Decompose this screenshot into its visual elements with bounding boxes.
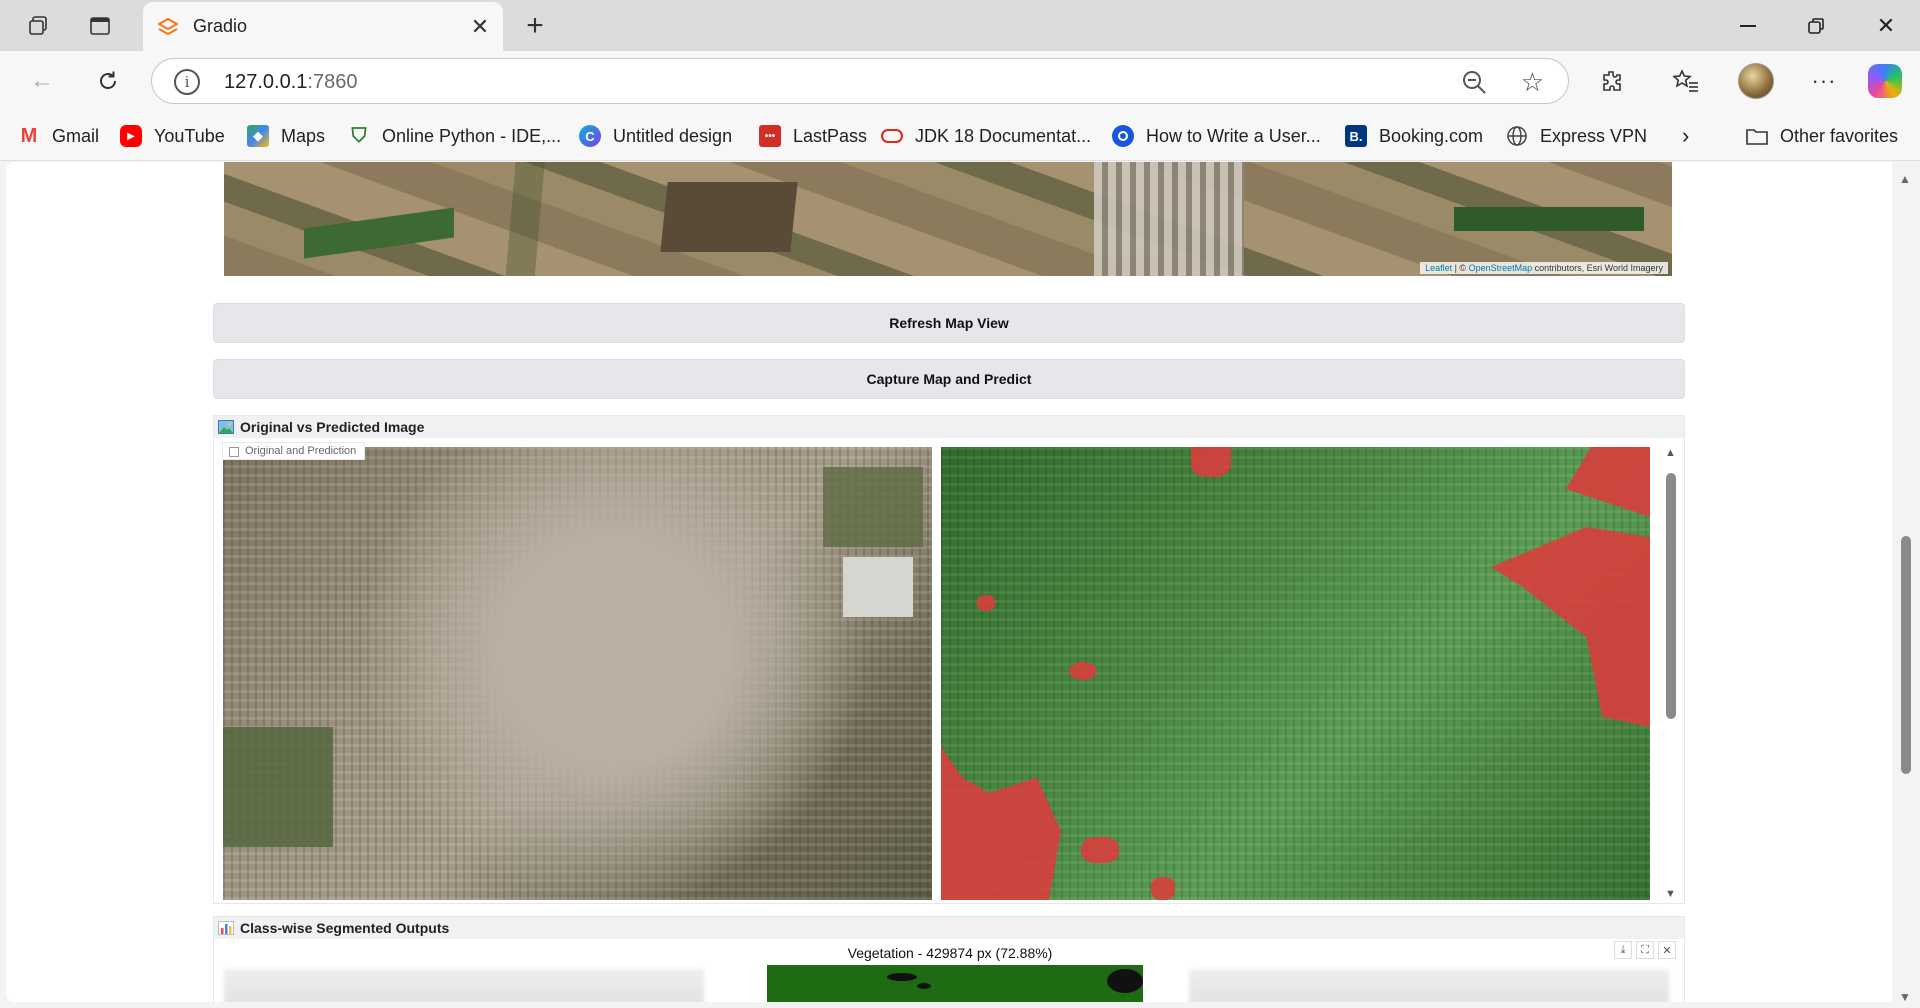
original-image	[223, 447, 932, 900]
extensions-icon[interactable]	[1592, 61, 1632, 101]
browser-toolbar: ← i 127.0.0.1:7860 ☆ ···	[0, 51, 1920, 111]
prediction-region	[941, 747, 1061, 900]
favorite-star-icon[interactable]: ☆	[1521, 67, 1544, 98]
reload-icon[interactable]	[88, 61, 128, 101]
bookmark-how-to-write[interactable]: How to Write a User...	[1112, 121, 1321, 151]
page-scroll-down-icon[interactable]: ▼	[1899, 990, 1911, 1004]
image-scroll-thumb[interactable]	[1666, 473, 1676, 719]
close-window-icon[interactable]: ✕	[1858, 6, 1914, 46]
bookmark-online-python[interactable]: ⛉ Online Python - IDE,...	[348, 121, 562, 151]
image-icon	[218, 420, 234, 434]
prediction-region	[977, 595, 995, 611]
favorites-icon[interactable]	[1666, 61, 1706, 101]
fullscreen-icon[interactable]: ⛶	[1636, 941, 1654, 959]
restore-icon[interactable]	[1788, 6, 1844, 46]
bookmark-maps[interactable]: ◆ Maps	[247, 121, 325, 151]
vertical-tabs-icon[interactable]	[80, 8, 120, 44]
bookmark-gmail[interactable]: M Gmail	[18, 121, 99, 151]
original-prediction-label: Original and Prediction	[222, 442, 366, 460]
close-tab-icon[interactable]: ✕	[463, 10, 497, 44]
other-favorites[interactable]: Other favorites	[1746, 121, 1898, 151]
osm-link[interactable]: OpenStreetMap	[1469, 263, 1533, 273]
scroll-down-icon[interactable]: ▼	[1665, 888, 1676, 900]
site-info-icon[interactable]: i	[174, 69, 200, 95]
prediction-region	[1191, 447, 1231, 477]
tab-title: Gradio	[193, 16, 248, 36]
download-icon[interactable]: ⤓	[1614, 941, 1632, 959]
classwise-block: Class-wise Segmented Outputs Vegetation …	[213, 916, 1685, 1002]
bookmarks-bar: M Gmail ▶ YouTube ◆ Maps ⛉ Online Python…	[0, 111, 1920, 161]
image-frame-icon	[229, 447, 239, 457]
page-viewport: Leaflet | © OpenStreetMap contributors, …	[6, 162, 1898, 1002]
globe-icon	[1506, 125, 1528, 147]
classwise-header: Class-wise Segmented Outputs	[214, 917, 1684, 939]
active-tab[interactable]: Gradio ✕	[143, 2, 503, 51]
page-scroll-thumb[interactable]	[1901, 536, 1911, 774]
lastpass-icon: •••	[759, 125, 781, 147]
canva-icon: C	[579, 125, 601, 147]
comparison-header: Original vs Predicted Image	[214, 416, 1684, 438]
back-icon[interactable]: ←	[22, 61, 62, 101]
prediction-region	[1069, 662, 1097, 680]
workspaces-icon[interactable]	[18, 8, 58, 44]
bookmark-lastpass[interactable]: ••• LastPass	[759, 121, 867, 151]
refresh-map-button[interactable]: Refresh Map View	[213, 303, 1685, 343]
plot-toolbar: ⤓ ⛶ ✕	[1614, 941, 1676, 959]
copilot-icon[interactable]	[1868, 64, 1902, 98]
page-scroll-up-icon[interactable]: ▲	[1899, 172, 1911, 186]
tab-strip: Gradio ✕ + ✕	[0, 0, 1920, 51]
bookmark-booking[interactable]: B. Booking.com	[1345, 121, 1483, 151]
zoom-out-icon[interactable]	[1460, 68, 1488, 96]
satellite-map[interactable]: Leaflet | © OpenStreetMap contributors, …	[224, 162, 1672, 276]
bookmarks-overflow-chevron-icon[interactable]: ›	[1682, 121, 1689, 151]
new-tab-icon[interactable]: +	[515, 8, 555, 44]
bookmark-untitled-design[interactable]: C Untitled design	[579, 121, 732, 151]
page-scrollbar[interactable]: ▲ ▼	[1892, 162, 1920, 1008]
prediction-region	[1151, 877, 1175, 900]
url-text: 127.0.0.1:7860	[224, 71, 358, 93]
close-icon[interactable]: ✕	[1658, 941, 1676, 959]
profile-avatar[interactable]	[1738, 63, 1774, 99]
prediction-region	[1081, 837, 1119, 863]
shield-icon: ⛉	[351, 124, 367, 147]
youtube-icon: ▶	[120, 125, 142, 147]
capture-predict-button[interactable]: Capture Map and Predict	[213, 359, 1685, 399]
vegetation-plot-title: Vegetation - 429874 px (72.88%)	[847, 945, 1053, 961]
minimize-icon[interactable]	[1720, 6, 1776, 46]
booking-icon: B.	[1345, 125, 1367, 147]
bookmark-youtube[interactable]: ▶ YouTube	[120, 121, 225, 151]
gmail-icon: M	[20, 124, 38, 147]
bookmark-jdk-docs[interactable]: JDK 18 Documentat...	[881, 121, 1091, 151]
prediction-region	[1566, 447, 1650, 517]
scroll-up-icon[interactable]: ▲	[1665, 447, 1676, 459]
maps-icon: ◆	[247, 125, 269, 147]
folder-icon	[1746, 125, 1768, 147]
vegetation-mask-image	[767, 965, 1143, 1002]
oracle-icon	[881, 125, 903, 147]
more-menu-icon[interactable]: ···	[1804, 61, 1844, 101]
search-circle-icon	[1112, 125, 1134, 147]
image-scrollbar[interactable]: ▲ ▼	[1662, 447, 1680, 900]
prediction-region	[1491, 527, 1650, 727]
bar-chart-icon	[218, 921, 234, 935]
bookmark-express-vpn[interactable]: Express VPN	[1506, 121, 1647, 151]
comparison-block: Original vs Predicted Image Original and…	[213, 415, 1685, 904]
gradio-favicon-icon	[157, 16, 179, 38]
leaflet-link[interactable]: Leaflet	[1425, 263, 1452, 273]
map-attribution: Leaflet | © OpenStreetMap contributors, …	[1420, 262, 1668, 274]
predicted-image	[941, 447, 1650, 900]
address-bar[interactable]: i 127.0.0.1:7860 ☆	[151, 58, 1569, 104]
